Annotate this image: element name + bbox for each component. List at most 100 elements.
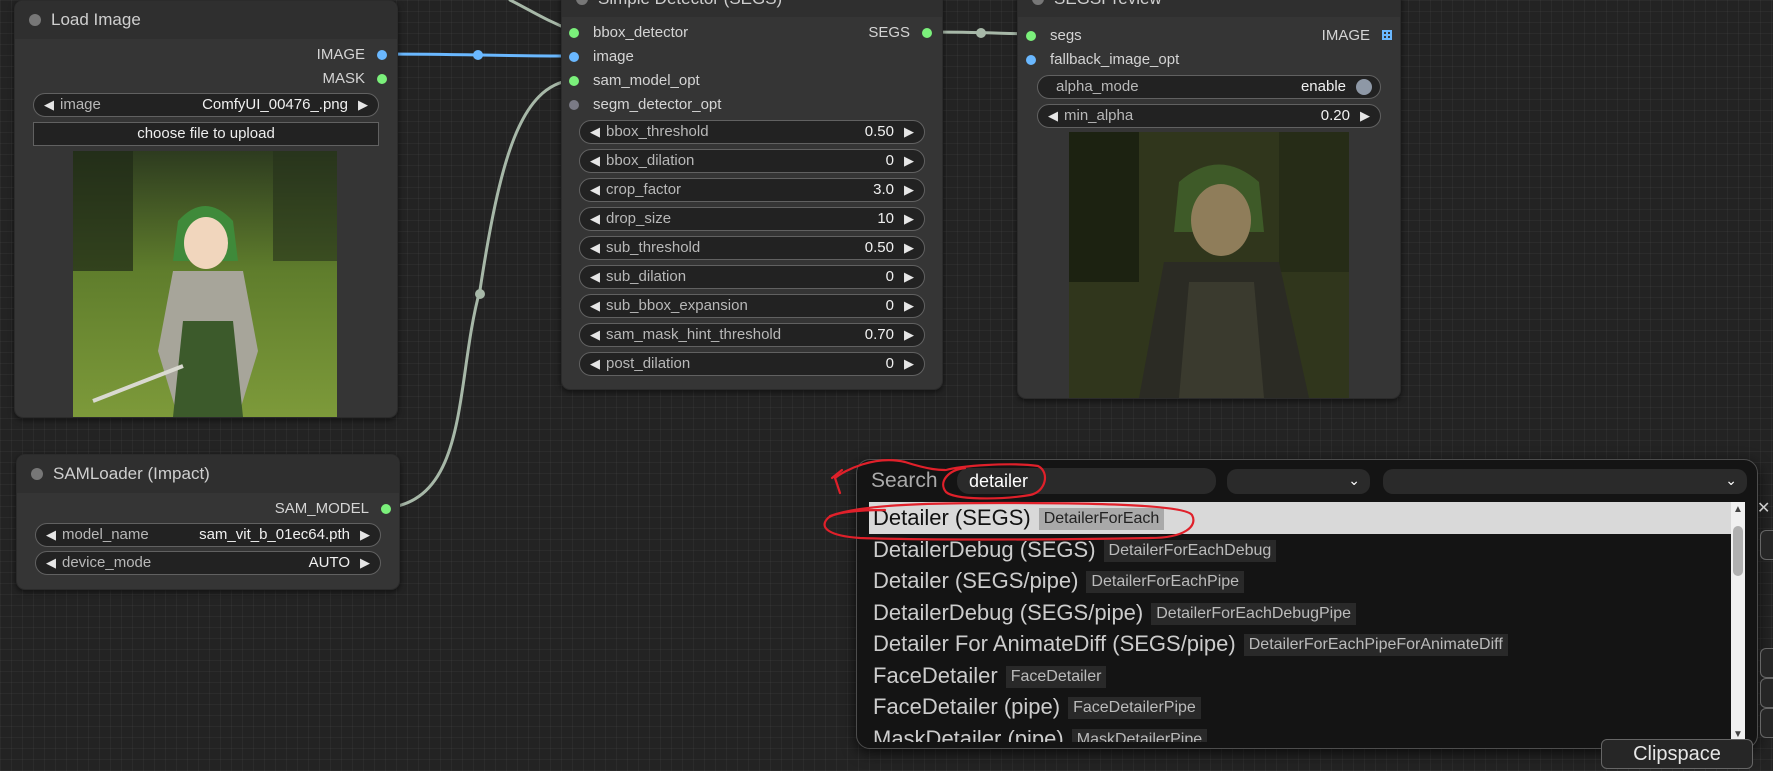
output-type-filter[interactable]: ⌄ (1383, 469, 1747, 494)
collapse-dot[interactable] (29, 14, 41, 26)
alpha-mode-toggle[interactable]: alpha_mode enable (1037, 75, 1381, 99)
arrow-right-icon[interactable]: ▶ (904, 324, 914, 346)
input-fallback-image-opt[interactable]: fallback_image_opt (1026, 51, 1179, 69)
results-scrollbar[interactable]: ▲ ▼ (1731, 502, 1745, 742)
upload-button[interactable]: choose file to upload (33, 122, 379, 146)
arrow-left-icon[interactable]: ◀ (590, 266, 600, 288)
search-result-item[interactable]: FaceDetailer (pipe) FaceDetailerPipe (869, 691, 1737, 723)
widget-device-mode[interactable]: ◀ device_mode AUTO ▶ (35, 551, 381, 575)
arrow-right-icon[interactable]: ▶ (904, 179, 914, 201)
arrow-left-icon[interactable]: ◀ (44, 94, 54, 116)
arrow-left-icon[interactable]: ◀ (590, 121, 600, 143)
widget-value: 0 (885, 268, 894, 285)
result-type-badge: DetailerForEachPipeForAnimateDiff (1243, 634, 1508, 656)
slot-dot[interactable] (569, 52, 579, 62)
side-panel-tab[interactable] (1760, 530, 1773, 560)
arrow-right-icon[interactable]: ▶ (360, 524, 370, 546)
arrow-left-icon[interactable]: ◀ (590, 324, 600, 346)
input-image[interactable]: image (569, 48, 634, 66)
arrow-right-icon[interactable]: ▶ (360, 552, 370, 574)
side-panel-tab[interactable] (1760, 678, 1773, 708)
search-result-item[interactable]: DetailerDebug (SEGS/pipe) DetailerForEach… (869, 597, 1737, 629)
input-segs[interactable]: segs (1026, 27, 1082, 45)
arrow-left-icon[interactable]: ◀ (590, 295, 600, 317)
widget-bbox-threshold[interactable]: ◀ bbox_threshold 0.50 ▶ (579, 120, 925, 144)
widget-post-dilation[interactable]: ◀ post_dilation 0 ▶ (579, 352, 925, 376)
arrow-left-icon[interactable]: ◀ (590, 237, 600, 259)
arrow-left-icon[interactable]: ◀ (590, 179, 600, 201)
arrow-right-icon[interactable]: ▶ (904, 266, 914, 288)
widget-sam-mask-hint-threshold[interactable]: ◀ sam_mask_hint_threshold 0.70 ▶ (579, 323, 925, 347)
input-bbox-detector[interactable]: bbox_detector (569, 24, 688, 42)
slot-dot[interactable] (569, 76, 579, 86)
widget-drop-size[interactable]: ◀ drop_size 10 ▶ (579, 207, 925, 231)
widget-sub-dilation[interactable]: ◀ sub_dilation 0 ▶ (579, 265, 925, 289)
image-combo[interactable]: ◀ image ComfyUI_00476_.png ▶ (33, 93, 379, 117)
widget-sub-threshold[interactable]: ◀ sub_threshold 0.50 ▶ (579, 236, 925, 260)
widget-model-name[interactable]: ◀ model_name sam_vit_b_01ec64.pth ▶ (35, 523, 381, 547)
scrollbar-thumb[interactable] (1733, 526, 1743, 576)
arrow-left-icon[interactable]: ◀ (590, 353, 600, 375)
close-icon[interactable]: ✕ (1757, 498, 1770, 518)
slot-dot[interactable] (377, 50, 387, 60)
output-mask[interactable]: MASK (322, 70, 387, 88)
output-segs[interactable]: SEGS (868, 24, 932, 42)
widget-crop-factor[interactable]: ◀ crop_factor 3.0 ▶ (579, 178, 925, 202)
arrow-left-icon[interactable]: ◀ (46, 524, 56, 546)
slot-dot[interactable] (569, 100, 579, 110)
arrow-right-icon[interactable]: ▶ (1360, 105, 1370, 127)
search-input[interactable] (957, 468, 1216, 494)
arrow-right-icon[interactable]: ▶ (904, 150, 914, 172)
widget-label: sub_dilation (606, 268, 687, 285)
widget-label: sam_mask_hint_threshold (606, 326, 782, 343)
arrow-left-icon[interactable]: ◀ (590, 208, 600, 230)
arrow-right-icon[interactable]: ▶ (904, 353, 914, 375)
widget-value: 0 (885, 355, 894, 372)
arrow-left-icon[interactable]: ◀ (1048, 105, 1058, 127)
input-segm-detector-opt[interactable]: segm_detector_opt (569, 96, 721, 114)
slot-dot[interactable] (381, 504, 391, 514)
arrow-right-icon[interactable]: ▶ (904, 121, 914, 143)
toggle-knob[interactable] (1356, 79, 1372, 95)
arrow-right-icon[interactable]: ▶ (904, 237, 914, 259)
search-result-item[interactable]: Detailer (SEGS) DetailerForEach (869, 502, 1737, 534)
collapse-dot[interactable] (31, 468, 43, 480)
scroll-up-icon[interactable]: ▲ (1731, 504, 1745, 515)
grid-icon[interactable] (1382, 30, 1392, 40)
widget-value: 0 (885, 152, 894, 169)
widget-min-alpha[interactable]: ◀ min_alpha 0.20 ▶ (1037, 104, 1381, 128)
arrow-right-icon[interactable]: ▶ (358, 94, 368, 116)
arrow-right-icon[interactable]: ▶ (904, 295, 914, 317)
output-image[interactable]: IMAGE (1322, 27, 1392, 45)
node-simple-detector[interactable]: Simple Detector (SEGS) bbox_detector ima… (561, 0, 943, 390)
search-label: Search (871, 469, 938, 492)
widget-sub-bbox-expansion[interactable]: ◀ sub_bbox_expansion 0 ▶ (579, 294, 925, 318)
input-type-filter[interactable]: ⌄ (1227, 469, 1370, 494)
clipspace-button[interactable]: Clipspace (1601, 739, 1753, 769)
search-result-item[interactable]: DetailerDebug (SEGS) DetailerForEachDebug (869, 534, 1737, 566)
node-search-dialog[interactable]: Search ⌄ ⌄ Detailer (SEGS) DetailerForEac… (856, 459, 1758, 749)
widget-label: sub_bbox_expansion (606, 297, 748, 314)
input-sam-model-opt[interactable]: sam_model_opt (569, 72, 700, 90)
output-image[interactable]: IMAGE (317, 46, 387, 64)
side-panel-tab[interactable] (1760, 648, 1773, 678)
arrow-left-icon[interactable]: ◀ (46, 552, 56, 574)
node-segs-preview[interactable]: SEGSPreview segs fallback_image_opt IMAG… (1017, 0, 1401, 399)
widget-bbox-dilation[interactable]: ◀ bbox_dilation 0 ▶ (579, 149, 925, 173)
slot-dot[interactable] (569, 28, 579, 38)
arrow-right-icon[interactable]: ▶ (904, 208, 914, 230)
search-result-item[interactable]: Detailer For AnimateDiff (SEGS/pipe) Deta… (869, 628, 1737, 660)
node-load-image[interactable]: Load Image IMAGE MASK ◀ image ComfyUI_00… (14, 0, 398, 418)
search-result-item[interactable]: FaceDetailer FaceDetailer (869, 660, 1737, 692)
slot-dot[interactable] (377, 74, 387, 84)
slot-dot[interactable] (922, 28, 932, 38)
node-sam-loader[interactable]: SAMLoader (Impact) SAM_MODEL ◀ model_name… (16, 454, 400, 590)
search-results[interactable]: Detailer (SEGS) DetailerForEach DetailerD… (869, 502, 1737, 742)
slot-dot[interactable] (1026, 31, 1036, 41)
slot-dot[interactable] (1026, 55, 1036, 65)
widget-value: sam_vit_b_01ec64.pth (199, 526, 350, 543)
output-sam-model[interactable]: SAM_MODEL (275, 500, 391, 518)
side-panel-tab[interactable] (1760, 708, 1773, 738)
arrow-left-icon[interactable]: ◀ (590, 150, 600, 172)
search-result-item[interactable]: Detailer (SEGS/pipe) DetailerForEachPipe (869, 565, 1737, 597)
